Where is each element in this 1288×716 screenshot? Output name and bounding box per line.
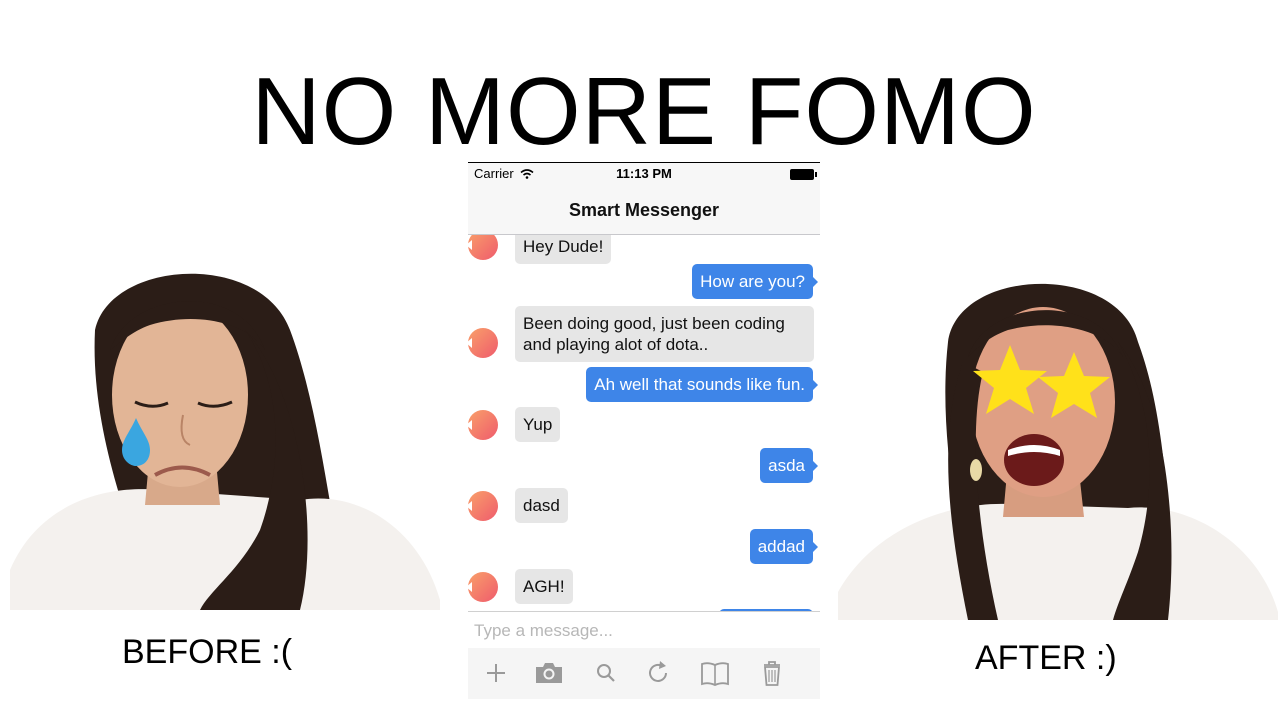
message-bubble-incoming[interactable]: Yup [515, 407, 561, 442]
status-bar: Carrier 11:13 PM [468, 163, 820, 185]
message-bubble-incoming[interactable]: Hey Dude! [515, 235, 612, 264]
message-bubble-incoming[interactable]: Been doing good, just been coding and pl… [515, 306, 814, 362]
message-input[interactable] [472, 618, 816, 644]
message-row: addad [468, 529, 820, 565]
message-bubble-outgoing[interactable]: Ah well that sounds like fun. [586, 367, 818, 402]
slide-headline: NO MORE FOMO [251, 58, 1037, 165]
composer-toolbar [468, 648, 820, 699]
status-time: 11:13 PM [616, 166, 672, 181]
message-bubble-outgoing[interactable]: How are you? [692, 264, 818, 299]
message-row: Yup [468, 407, 820, 443]
after-caption: AFTER :) [975, 639, 1117, 677]
message-row: dasd [468, 488, 820, 524]
composer [468, 611, 820, 648]
camera-icon[interactable] [533, 658, 565, 688]
avatar[interactable] [468, 410, 498, 440]
message-list[interactable]: Hey Dude! How are you? Been doing good, … [468, 235, 820, 611]
after-portrait-illustration [838, 283, 1278, 620]
message-row: How are you? [468, 264, 820, 300]
message-bubble-incoming[interactable]: AGH! [515, 569, 573, 604]
after-photo [838, 272, 1288, 620]
message-row: asda [468, 448, 820, 484]
avatar[interactable] [468, 572, 498, 602]
nav-bar: Smart Messenger [468, 185, 820, 235]
message-row: Been doing good, just been coding and pl… [468, 306, 820, 362]
message-bubble-outgoing[interactable]: addad [749, 529, 819, 564]
before-portrait-illustration [10, 273, 440, 610]
message-row: AGH! [468, 569, 820, 605]
before-photo [0, 270, 445, 610]
search-icon[interactable] [590, 658, 622, 688]
nav-title: Smart Messenger [568, 200, 720, 220]
message-row: Hey Dude! [468, 235, 820, 264]
battery-icon [790, 169, 817, 180]
message-row: Ah well that sounds like fun. [468, 367, 820, 403]
refresh-icon[interactable] [643, 658, 675, 688]
avatar[interactable] [468, 235, 498, 260]
before-caption: BEFORE :( [122, 633, 293, 671]
book-icon[interactable] [699, 658, 731, 688]
message-bubble-incoming[interactable]: dasd [515, 488, 568, 523]
avatar[interactable] [468, 328, 498, 358]
avatar[interactable] [468, 491, 498, 521]
message-bubble-outgoing[interactable]: asda [760, 448, 818, 483]
phone-screen: Carrier 11:13 PM Smart Messenger Hey Dud… [468, 162, 820, 699]
trash-icon[interactable] [756, 658, 788, 688]
plus-icon[interactable] [480, 658, 512, 688]
